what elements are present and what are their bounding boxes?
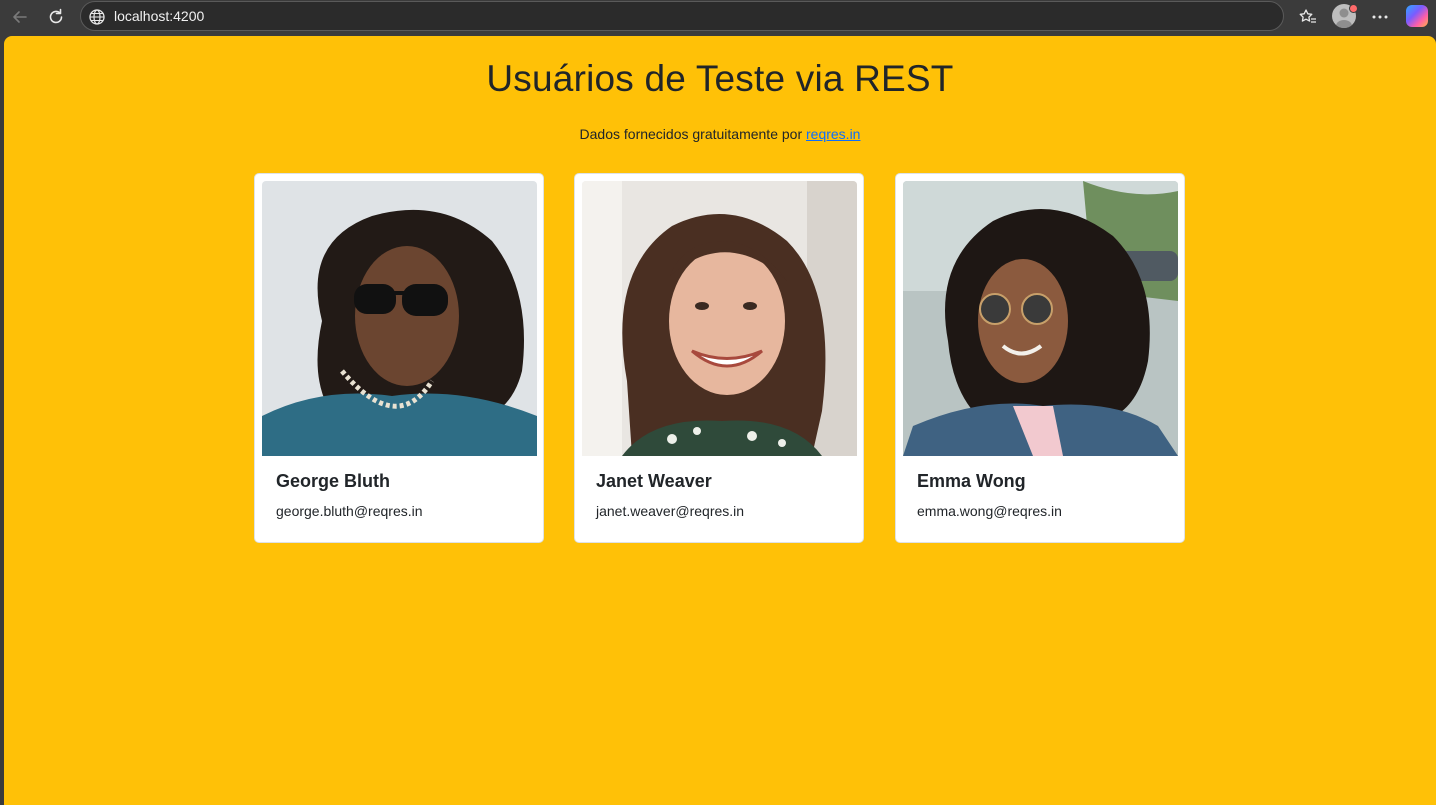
user-card: Emma Wong emma.wong@reqres.in <box>895 173 1185 543</box>
reload-icon <box>49 8 63 24</box>
back-arrow-icon <box>13 11 27 23</box>
back-button[interactable] <box>8 5 32 29</box>
subtitle-text: Dados fornecidos gratuitamente por <box>579 126 806 142</box>
reqres-link[interactable]: reqres.in <box>806 126 860 142</box>
user-photo <box>582 181 857 456</box>
globe-icon <box>89 9 105 25</box>
user-name: George Bluth <box>276 471 391 491</box>
browser-toolbar: localhost:4200 <box>0 0 1436 34</box>
user-email: janet.weaver@reqres.in <box>596 503 745 519</box>
reload-button[interactable] <box>44 5 68 29</box>
user-card: George Bluth george.bluth@reqres.in <box>254 173 544 543</box>
address-bar[interactable]: localhost:4200 <box>80 1 1284 31</box>
user-name: Emma Wong <box>917 471 1026 491</box>
user-photo-image <box>903 181 1178 456</box>
user-email: emma.wong@reqres.in <box>917 503 1062 519</box>
star-icon <box>1299 9 1316 23</box>
ellipsis-icon <box>1372 15 1388 19</box>
more-options-button[interactable] <box>1368 5 1392 29</box>
subtitle: Dados fornecidos gratuitamente por reqre… <box>4 126 1436 142</box>
user-photo-image <box>262 181 537 456</box>
copilot-icon[interactable] <box>1406 5 1428 27</box>
page-title: Usuários de Teste via REST <box>486 58 954 99</box>
user-photo <box>903 181 1178 456</box>
user-photo-image <box>582 181 857 456</box>
user-card: Janet Weaver janet.weaver@reqres.in <box>574 173 864 543</box>
favorites-button[interactable] <box>1296 5 1320 29</box>
url-text: localhost:4200 <box>114 8 205 24</box>
page-viewport: Usuários de Teste via REST Dados forneci… <box>4 36 1436 805</box>
user-name: Janet Weaver <box>596 471 712 491</box>
notification-dot <box>1349 4 1358 13</box>
user-email: george.bluth@reqres.in <box>276 503 423 519</box>
user-photo <box>262 181 537 456</box>
